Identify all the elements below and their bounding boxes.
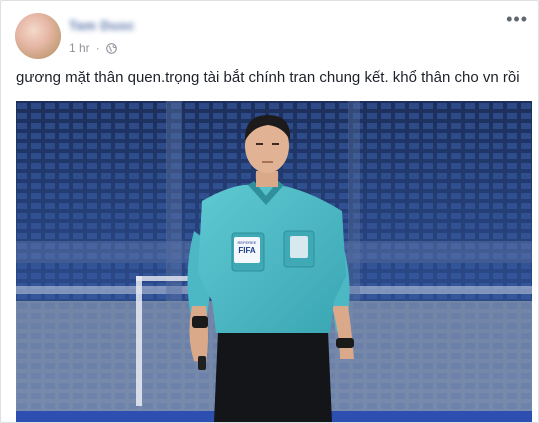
meta-separator: · xyxy=(95,41,100,55)
post-timestamp[interactable]: 1 hr xyxy=(69,41,90,55)
post-text: gương mặt thân quen.trọng tài bắt chính … xyxy=(16,69,520,86)
referee-badge-text: REFEREE xyxy=(238,240,257,245)
post-photo[interactable]: FIFA REFEREE xyxy=(16,101,532,422)
author-name[interactable]: Tam Duoc xyxy=(69,18,135,33)
globe-icon[interactable] xyxy=(105,42,117,54)
avatar[interactable] xyxy=(15,13,61,59)
post-meta: 1 hr · xyxy=(69,41,117,55)
facebook-post: Tam Duoc 1 hr · ••• gương mặt thân quen.… xyxy=(0,0,539,423)
more-options-icon[interactable]: ••• xyxy=(506,9,528,30)
fifa-badge-text: FIFA xyxy=(238,246,256,255)
